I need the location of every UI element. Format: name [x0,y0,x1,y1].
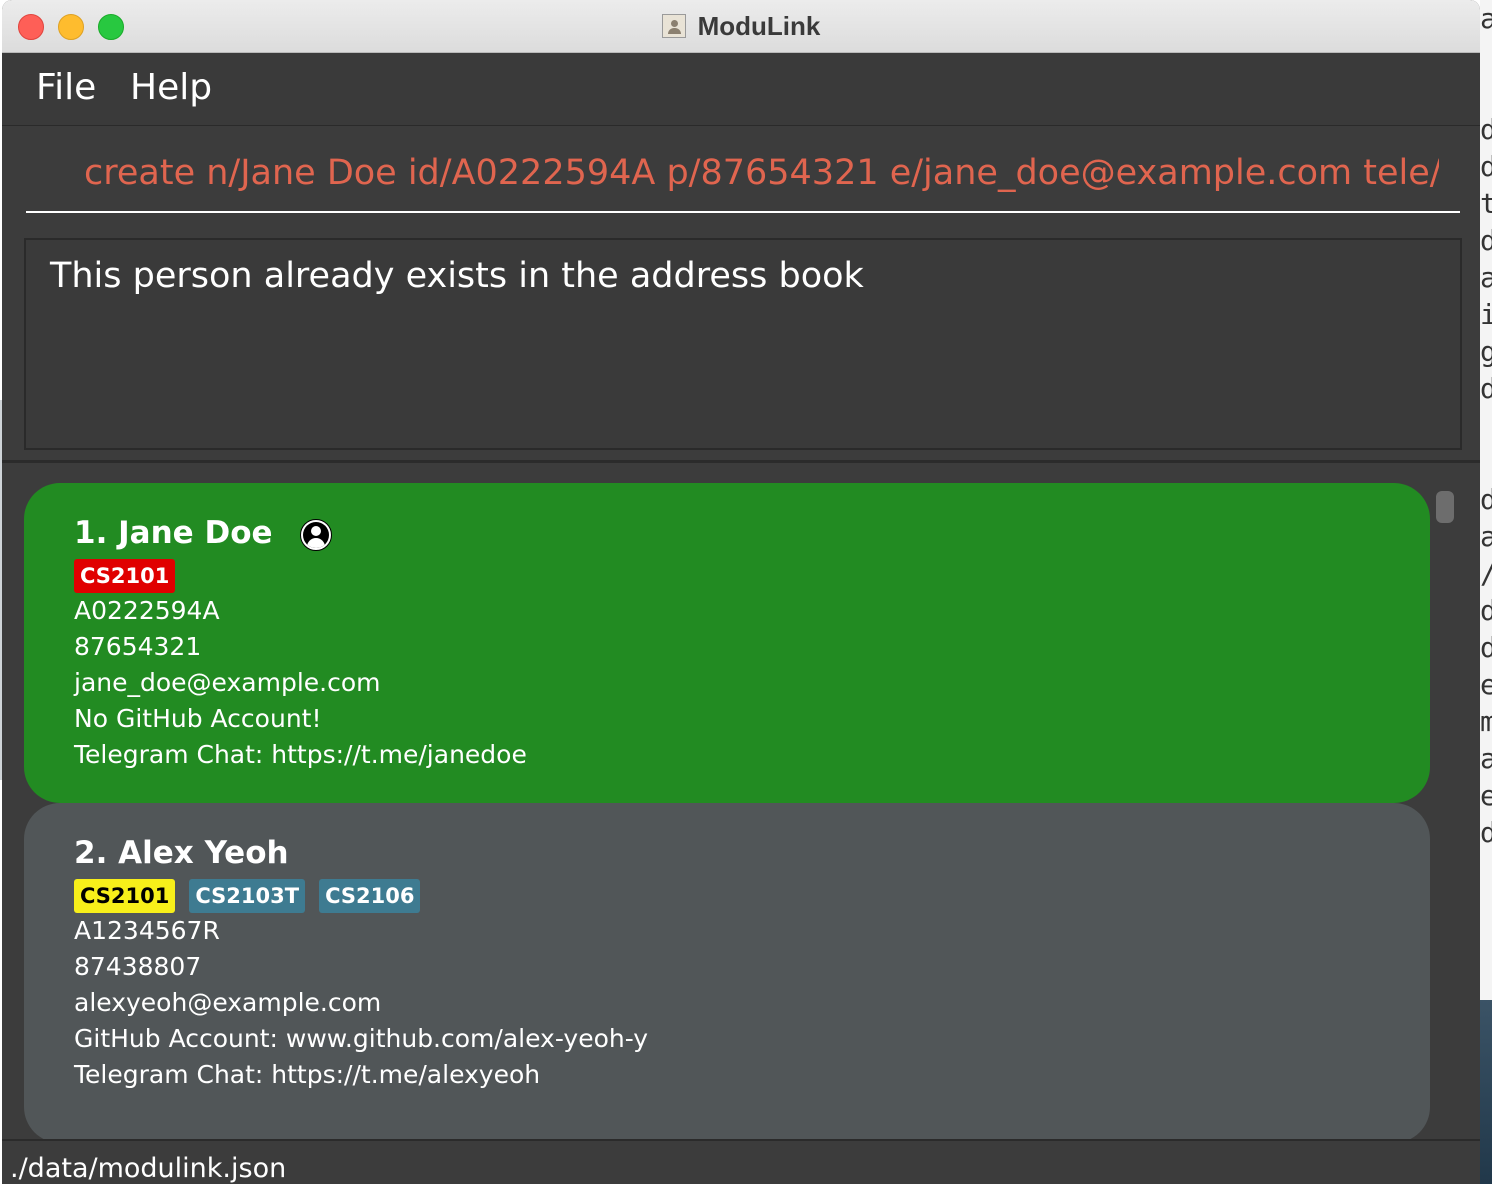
tag: CS2101 [74,559,176,593]
telegram: Telegram Chat: https://t.me/alexyeoh [74,1060,541,1089]
tag-list: CS2101 CS2103T CS2106 [74,879,421,913]
status-bar: ./data/modulink.json [2,1139,1480,1184]
tag-list: CS2101 [74,559,176,593]
command-box: create n/Jane Doe id/A0222594A p/8765432… [2,126,1480,226]
background-window: a d d t d a i g d d a / d d e m a e d [1480,0,1492,1184]
result-display: This person already exists in the addres… [24,238,1462,450]
person-card[interactable]: 1. Jane Doe CS2101 A0222594A 87654321 ja… [24,483,1430,803]
person-details: A1234567R 87438807 alexyeoh@example.com … [74,913,648,1093]
github: GitHub Account: www.github.com/alex-yeoh… [74,1024,649,1053]
command-input[interactable]: create n/Jane Doe id/A0222594A p/8765432… [84,153,1439,199]
title-group: ModuLink [2,0,1480,52]
window-title: ModuLink [697,10,821,41]
app-window: ModuLink File Help create n/Jane Doe id/… [2,0,1480,1184]
menu-help[interactable]: Help [130,67,212,108]
background-text: a d d t d a i g d d a / d d e m a e d [1480,2,1492,849]
menu-bar: File Help [2,53,1480,126]
student-id: A0222594A [74,596,220,625]
person-name: 2. Alex Yeoh [74,835,289,871]
app-icon [661,14,686,38]
phone: 87438807 [74,952,202,981]
data-file-path: ./data/modulink.json [10,1153,287,1184]
telegram: Telegram Chat: https://t.me/janedoe [74,740,527,769]
github: No GitHub Account! [74,704,322,733]
result-message: This person already exists in the addres… [50,256,864,296]
email: alexyeoh@example.com [74,988,382,1017]
person-list[interactable]: 1. Jane Doe CS2101 A0222594A 87654321 ja… [2,463,1480,1139]
person-details: A0222594A 87654321 jane_doe@example.com … [74,593,527,773]
menu-file[interactable]: File [36,67,96,108]
title-bar[interactable]: ModuLink [2,0,1480,53]
tag: CS2106 [319,879,421,913]
desktop-wallpaper [1480,1000,1492,1184]
tag: CS2101 [74,879,176,913]
tag: CS2103T [189,879,306,913]
list-scrollbar[interactable] [1436,491,1454,523]
email: jane_doe@example.com [74,668,381,697]
person-card[interactable]: 2. Alex Yeoh CS2101 CS2103T CS2106 A1234… [24,803,1430,1139]
student-id: A1234567R [74,916,220,945]
person-icon [300,519,332,551]
phone: 87654321 [74,632,202,661]
command-input-underline [26,211,1460,213]
person-name: 1. Jane Doe [74,515,273,551]
